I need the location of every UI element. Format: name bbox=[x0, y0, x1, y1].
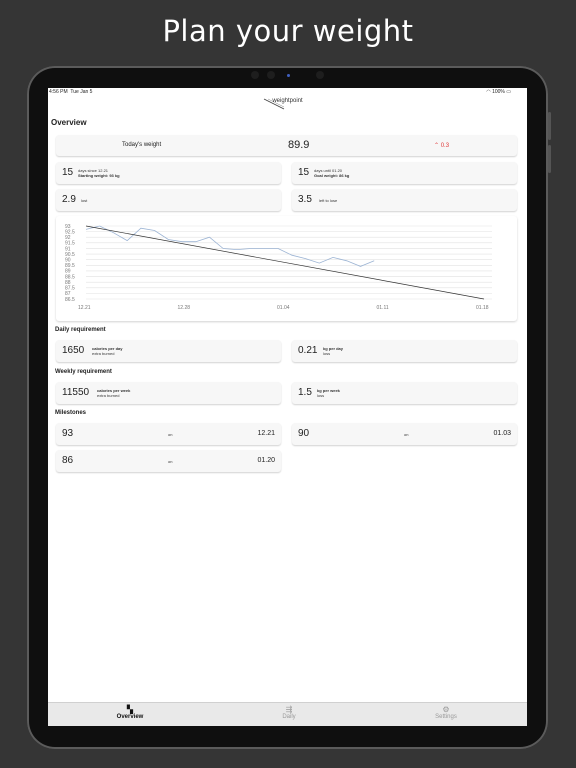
left-to-lose-number: 3.5 bbox=[298, 194, 312, 205]
milestone-card: 86 on 01.20 bbox=[56, 450, 281, 472]
milestone-weight: 93 bbox=[62, 428, 74, 439]
wifi-icon: ◠ bbox=[486, 89, 491, 95]
weekly-calories-card: 11550 calories per week extra burned bbox=[56, 382, 281, 404]
days-since-card: 15 days since 12.21 Starting weight: 93 k… bbox=[56, 162, 281, 184]
weekly-kg-number: 1.5 bbox=[298, 387, 312, 398]
lost-number: 2.9 bbox=[62, 194, 76, 205]
today-weight-label: Today's weight bbox=[122, 142, 162, 148]
chart-x-tick-label: 12.21 bbox=[78, 305, 91, 311]
weekly-kg-desc: loss bbox=[317, 393, 325, 398]
chart-y-tick-label: 86.5 bbox=[65, 297, 75, 303]
today-weight-card[interactable]: Today's weight 89.9 ⌃ 0.3 bbox=[56, 135, 517, 156]
status-time: 4:56 PM bbox=[49, 89, 68, 95]
milestones-title: Milestones bbox=[55, 410, 87, 416]
weekly-calories-text: calories per week extra burned bbox=[97, 388, 130, 398]
weight-chart: 9392.59291.59190.59089.58988.58887.58786… bbox=[65, 224, 492, 311]
chart-series-weight bbox=[85, 225, 375, 267]
camera bbox=[267, 71, 275, 79]
volume-down-button bbox=[548, 145, 551, 173]
left-to-lose-card: 3.5 left to lose bbox=[292, 189, 517, 211]
daily-kg-card: 0.21 kg per day loss bbox=[292, 340, 517, 362]
tab-settings[interactable]: ⚙ Settings bbox=[406, 705, 486, 721]
weekly-calories-number: 11550 bbox=[62, 387, 90, 398]
gear-icon: ⚙ bbox=[442, 705, 450, 714]
today-weight-value: 89.9 bbox=[288, 139, 310, 151]
tab-daily[interactable]: ⇶ Daily bbox=[249, 705, 329, 721]
milestone-weight: 86 bbox=[62, 455, 74, 466]
lost-card: 2.9 lost bbox=[56, 189, 281, 211]
tab-overview-label: Overview bbox=[116, 714, 144, 720]
chart-x-tick-label: 01.18 bbox=[476, 305, 489, 311]
days-until-card: 15 days until 01.20 Goal weight: 86 kg bbox=[292, 162, 517, 184]
app-logo: weightpoint bbox=[272, 98, 303, 104]
tab-settings-label: Settings bbox=[435, 714, 457, 720]
weight-delta: ⌃ 0.3 bbox=[434, 142, 449, 149]
tab-bar: ▚ Overview ⇶ Daily ⚙ Settings bbox=[48, 702, 527, 726]
daily-kg-desc: loss bbox=[323, 351, 331, 356]
days-until-text: days until 01.20 Goal weight: 86 kg bbox=[314, 168, 349, 178]
page-title: Overview bbox=[51, 118, 87, 127]
left-to-lose-label: left to lose bbox=[319, 198, 338, 203]
chart-x-tick-label: 12.28 bbox=[178, 305, 191, 311]
lost-label: lost bbox=[81, 198, 88, 203]
daily-requirement-title: Daily requirement bbox=[55, 327, 106, 333]
milestone-on-label: on bbox=[168, 459, 173, 464]
days-until-number: 15 bbox=[298, 167, 310, 178]
milestone-weight: 90 bbox=[298, 428, 310, 439]
milestone-card: 90 on 01.03 bbox=[292, 423, 517, 445]
weekly-calories-desc: extra burned bbox=[97, 393, 120, 398]
daily-calories-desc: extra burned bbox=[92, 351, 115, 356]
tab-overview[interactable]: ▚ Overview bbox=[90, 705, 170, 721]
weekly-requirement-title: Weekly requirement bbox=[55, 369, 112, 375]
daily-calories-number: 1650 bbox=[62, 345, 85, 356]
headline: Plan your weight bbox=[162, 14, 414, 48]
starting-weight-line: Starting weight: 93 kg bbox=[78, 173, 120, 178]
chart-x-tick-label: 01.04 bbox=[277, 305, 290, 311]
weight-delta-value: 0.3 bbox=[440, 143, 450, 149]
arrow-up-icon: ⌃ bbox=[434, 143, 440, 149]
milestone-date: 01.20 bbox=[257, 457, 275, 464]
tab-daily-label: Daily bbox=[282, 714, 296, 720]
battery-icon: ▭ bbox=[506, 89, 511, 95]
battery-level: 100% bbox=[492, 89, 505, 95]
daily-kg-number: 0.21 bbox=[298, 345, 318, 356]
milestone-date: 12.21 bbox=[257, 430, 275, 437]
milestone-on-label: on bbox=[404, 432, 409, 437]
daily-kg-text: kg per day loss bbox=[323, 346, 343, 356]
milestone-card: 93 on 12.21 bbox=[56, 423, 281, 445]
goal-weight-line: Goal weight: 86 kg bbox=[314, 173, 350, 178]
volume-up-button bbox=[548, 112, 551, 140]
chart-x-tick-label: 01.11 bbox=[377, 305, 389, 311]
daily-calories-card: 1650 calories per day extra burned bbox=[56, 340, 281, 362]
status-bar: 4:56 PM Tue Jan 5 ◠ 100% ▭ bbox=[48, 89, 527, 97]
weekly-kg-text: kg per week loss bbox=[317, 388, 340, 398]
milestone-on-label: on bbox=[168, 432, 173, 437]
weekly-kg-card: 1.5 kg per week loss bbox=[292, 382, 517, 404]
daily-calories-text: calories per day extra burned bbox=[92, 346, 122, 356]
app-screen: 4:56 PM Tue Jan 5 ◠ 100% ▭ weightpoint O… bbox=[48, 88, 527, 726]
camera-indicator bbox=[287, 74, 290, 77]
milestone-date: 01.03 bbox=[493, 430, 511, 437]
status-date: Tue Jan 5 bbox=[70, 89, 93, 95]
weight-chart-card: 93 92.5 92 91.5 91 90.5 90 89.5 89 88.5 88 87.5 87 86… bbox=[56, 216, 517, 321]
grid-icon: ▚ bbox=[126, 705, 134, 714]
sensor-right bbox=[316, 71, 324, 79]
sensor bbox=[251, 71, 259, 79]
days-since-text: days since 12.21 Starting weight: 93 kg bbox=[78, 168, 120, 178]
days-since-number: 15 bbox=[62, 167, 74, 178]
sliders-icon: ⇶ bbox=[285, 705, 293, 714]
